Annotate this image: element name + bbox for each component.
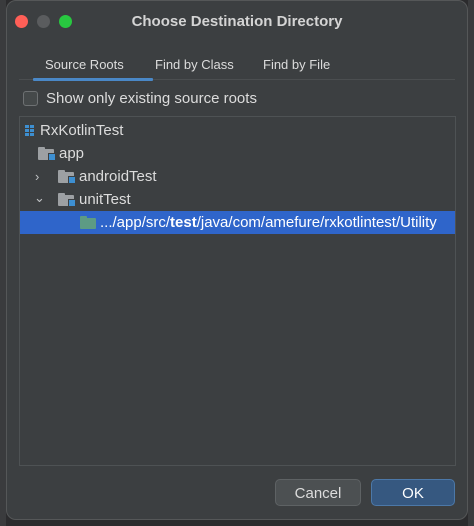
app-label: app [59,145,85,162]
directory-tree[interactable]: RxKotlinTest app › androidTest ⌄ unitTes… [19,116,456,466]
chevron-right-icon[interactable]: › [35,169,39,184]
module-folder-icon [38,147,56,161]
test-folder-icon [80,216,96,229]
cancel-button[interactable]: Cancel [275,479,361,506]
folder-icon [58,170,76,184]
selected-path-label: .../app/src/test/java/com/amefure/rxkotl… [100,214,437,231]
tree-node-unit-test[interactable]: ⌄ unitTest [20,188,455,211]
path-suffix: /java/com/amefure/rxkotlintest/Utility [196,214,437,231]
tab-find-by-file[interactable]: Find by File [263,57,330,72]
android-test-label: androidTest [79,168,157,185]
chevron-down-icon[interactable]: ⌄ [34,190,45,206]
title-bar: Choose Destination Directory [7,1,467,43]
tab-source-roots[interactable]: Source Roots [45,57,124,72]
tree-node-app[interactable]: app [20,142,455,165]
tree-node-android-test[interactable]: › androidTest [20,165,455,188]
tree-node-project[interactable]: RxKotlinTest [20,119,455,142]
background-edge-right [468,0,474,526]
tree-node-selected-path[interactable]: .../app/src/test/java/com/amefure/rxkotl… [20,211,455,234]
tab-find-by-class[interactable]: Find by Class [155,57,234,72]
show-existing-roots-label: Show only existing source roots [46,90,257,107]
path-bold-segment: test [170,214,197,231]
project-label: RxKotlinTest [40,122,124,139]
folder-icon [58,193,76,207]
tab-bar: Source Roots Find by Class Find by File [19,53,455,81]
choose-destination-dialog: Choose Destination Directory Source Root… [6,0,468,520]
show-existing-roots-checkbox[interactable] [23,91,38,106]
dialog-title: Choose Destination Directory [131,13,343,30]
ok-button[interactable]: OK [371,479,455,506]
unit-test-label: unitTest [79,191,131,208]
path-prefix: .../app/src/ [100,214,171,231]
selected-tab-indicator [33,78,153,81]
module-icon [25,125,35,137]
